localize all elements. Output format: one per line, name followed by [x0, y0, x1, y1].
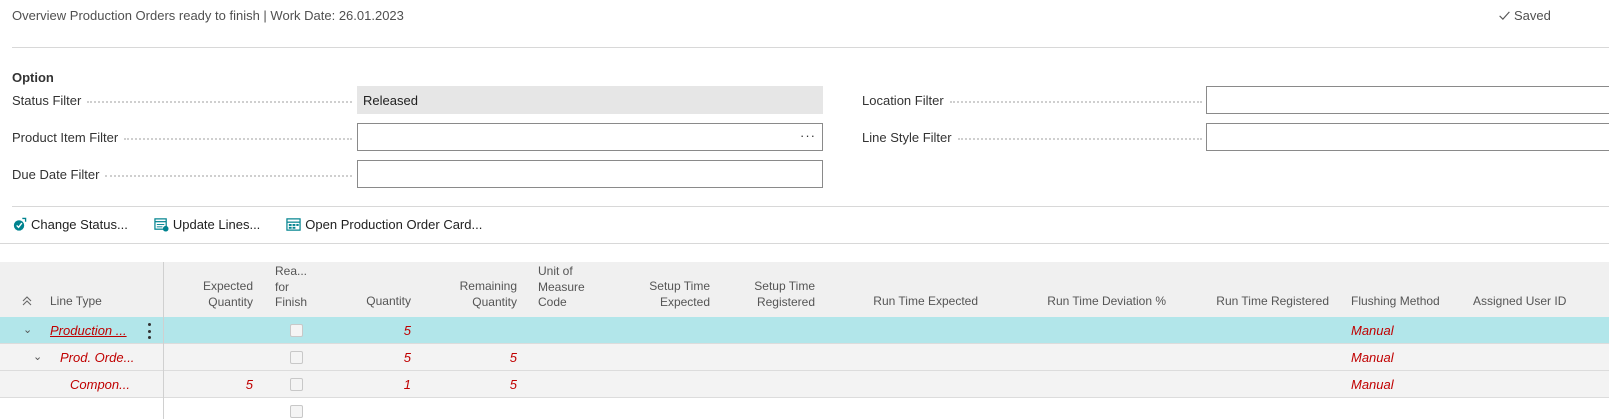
- location-filter-label: Location Filter: [862, 86, 1202, 114]
- col-setup-time-registered[interactable]: Setup Time Registered: [725, 279, 815, 310]
- options-divider: [12, 206, 1609, 207]
- location-filter-input[interactable]: [1206, 86, 1609, 114]
- ready-for-finish-checkbox[interactable]: [290, 405, 303, 418]
- status-filter-field[interactable]: Released: [357, 86, 823, 114]
- expected-quantity-cell: [180, 344, 253, 371]
- page-title: Overview Production Orders ready to fini…: [12, 8, 404, 23]
- saved-label: Saved: [1514, 8, 1551, 23]
- col-run-time-expected[interactable]: Run Time Expected: [840, 294, 978, 310]
- line-style-filter-input[interactable]: [1206, 123, 1609, 151]
- frozen-column-divider: [163, 262, 164, 419]
- col-unit-of-measure-code[interactable]: Unit of Measure Code: [538, 264, 585, 311]
- col-run-time-deviation[interactable]: Run Time Deviation %: [1010, 294, 1166, 310]
- chevron-down-icon[interactable]: ⌄: [33, 344, 42, 371]
- lookup-ellipsis-button[interactable]: ···: [800, 128, 816, 143]
- update-lines-icon: [154, 218, 169, 232]
- product-item-filter-input[interactable]: ···: [357, 123, 823, 151]
- col-expected-quantity[interactable]: Expected Quantity: [180, 279, 253, 310]
- col-remaining-quantity[interactable]: Remaining Quantity: [440, 279, 517, 310]
- ready-for-finish-checkbox[interactable]: [290, 351, 303, 364]
- line-type-cell[interactable]: Prod. Orde...: [60, 344, 134, 371]
- saved-status: Saved: [1498, 8, 1551, 23]
- expected-quantity-cell: [180, 317, 253, 344]
- product-item-filter-label: Product Item Filter: [12, 123, 352, 151]
- due-date-filter-label: Due Date Filter: [12, 160, 352, 188]
- line-type-cell[interactable]: Compon...: [70, 371, 134, 398]
- flushing-method-cell: Manual: [1351, 377, 1394, 392]
- change-status-button[interactable]: Change Status...: [12, 217, 128, 232]
- expected-quantity-cell: 5: [245, 377, 253, 392]
- grid-header: Line Type Expected Quantity Rea... for Fini…: [0, 262, 1609, 317]
- header-divider: [12, 47, 1609, 48]
- quantity-cell: 5: [403, 350, 411, 365]
- action-bar: Change Status... Update Lines... Open Pr…: [12, 217, 482, 232]
- open-production-order-card-button[interactable]: Open Production Order Card...: [286, 217, 482, 232]
- status-filter-value: Released: [363, 92, 418, 108]
- actions-divider: [0, 243, 1609, 244]
- col-ready-for-finish[interactable]: Rea... for Finish: [275, 264, 307, 311]
- line-type-cell[interactable]: Production ...: [50, 317, 130, 344]
- line-style-filter-label: Line Style Filter: [862, 123, 1202, 151]
- table-row[interactable]: ⌄ Production ... 5 Manual: [0, 317, 1609, 344]
- flushing-method-cell: Manual: [1351, 323, 1394, 338]
- open-card-icon: [286, 218, 301, 231]
- checkmark-icon: [1499, 11, 1510, 20]
- table-row[interactable]: [0, 398, 1609, 419]
- col-flushing-method[interactable]: Flushing Method: [1351, 294, 1440, 310]
- quantity-cell: 5: [403, 323, 411, 338]
- section-title-option: Option: [12, 70, 54, 85]
- row-actions-menu-icon[interactable]: [147, 323, 151, 339]
- status-filter-label: Status Filter: [12, 86, 352, 114]
- ready-for-finish-checkbox[interactable]: [290, 378, 303, 391]
- flushing-method-cell: Manual: [1351, 350, 1394, 365]
- due-date-filter-input[interactable]: [357, 160, 823, 188]
- col-setup-time-expected[interactable]: Setup Time Expected: [620, 279, 710, 310]
- remaining-quantity-cell: 5: [509, 350, 517, 365]
- col-assigned-user-id[interactable]: Assigned User ID: [1473, 294, 1566, 310]
- chevron-down-icon[interactable]: ⌄: [23, 317, 32, 344]
- remaining-quantity-cell: [440, 317, 517, 344]
- production-order-lines-grid: Line Type Expected Quantity Rea... for Fini…: [0, 262, 1609, 419]
- quantity-cell: 1: [403, 377, 411, 392]
- ready-for-finish-checkbox[interactable]: [290, 324, 303, 337]
- col-quantity[interactable]: Quantity: [340, 294, 411, 310]
- table-row[interactable]: Compon... 5 1 5 Manual: [0, 371, 1609, 398]
- col-line-type[interactable]: Line Type: [50, 294, 102, 310]
- change-status-icon: [13, 217, 27, 231]
- collapse-all-icon[interactable]: [21, 295, 33, 307]
- remaining-quantity-cell: 5: [509, 377, 517, 392]
- table-row[interactable]: ⌄ Prod. Orde... 5 5 Manual: [0, 344, 1609, 371]
- col-run-time-registered[interactable]: Run Time Registered: [1180, 294, 1329, 310]
- update-lines-button[interactable]: Update Lines...: [154, 217, 260, 232]
